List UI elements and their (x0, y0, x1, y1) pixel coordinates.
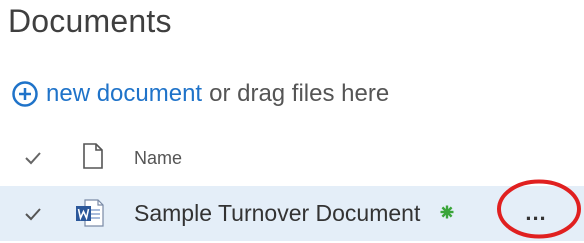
select-all-checkmark-icon[interactable] (24, 150, 42, 166)
new-item-asterisk-icon (440, 205, 454, 219)
more-options-button[interactable]: ... (513, 198, 559, 228)
new-document-link[interactable]: new document (46, 80, 202, 108)
drag-files-hint: or drag files here (209, 80, 390, 107)
new-document-row: new document or drag files here (12, 79, 389, 109)
plus-circle-icon[interactable] (12, 81, 38, 107)
word-document-icon (76, 199, 104, 227)
column-header-name[interactable]: Name (134, 148, 182, 169)
row-checkmark-icon[interactable] (24, 206, 42, 222)
page-title: Documents (8, 3, 172, 39)
document-name-link[interactable]: Sample Turnover Document (134, 200, 420, 227)
table-row[interactable]: Sample Turnover Document ... (0, 186, 584, 241)
file-icon (83, 143, 103, 169)
list-header-row: Name (0, 136, 584, 178)
